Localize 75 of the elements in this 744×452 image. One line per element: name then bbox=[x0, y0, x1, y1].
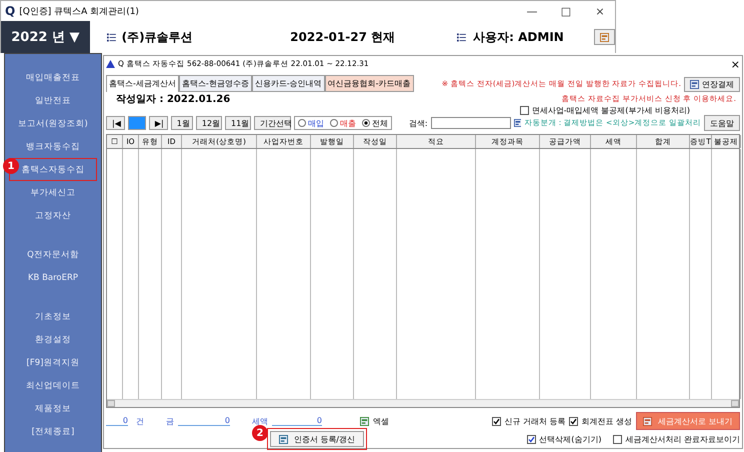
sidebar-item[interactable]: 부가세신고 bbox=[9, 181, 97, 204]
sidebar-item[interactable]: 최신업데이트 bbox=[9, 374, 97, 397]
checkbox[interactable] bbox=[527, 434, 536, 444]
app-logo: Q bbox=[5, 4, 16, 18]
sidebar-item[interactable]: 보고서(원장조회) bbox=[9, 112, 97, 135]
tab[interactable]: 여신금융협회-카드매출 bbox=[324, 75, 414, 92]
tab[interactable]: 홈택스-현금영수증 bbox=[178, 75, 252, 92]
radio-button[interactable] bbox=[298, 119, 306, 127]
sidebar-item[interactable]: 고정자산 bbox=[9, 204, 97, 227]
sidebar-item[interactable]: Q전자문서함 bbox=[9, 243, 97, 266]
total-label: 세액 bbox=[252, 416, 268, 426]
date-nav-button[interactable]: 12월 bbox=[196, 116, 222, 130]
sidebar-item[interactable]: [전체종료] bbox=[9, 420, 97, 443]
certificate-icon bbox=[278, 434, 288, 444]
profile-button[interactable] bbox=[594, 29, 616, 45]
certificate-button[interactable]: 인증서 등록/갱신 bbox=[270, 431, 364, 447]
extend-payment-button[interactable]: 연장결제 bbox=[684, 77, 740, 92]
search-field[interactable] bbox=[430, 117, 511, 129]
sidebar-item[interactable]: KB BaroERP bbox=[9, 266, 97, 289]
horizontal-scrollbar[interactable] bbox=[107, 399, 739, 407]
warning-icon bbox=[106, 60, 115, 68]
sidebar-item[interactable]: 환경설정 bbox=[9, 328, 97, 351]
total-value: 0 bbox=[178, 416, 230, 426]
window-control[interactable]: × bbox=[585, 4, 615, 18]
total-value: 0 bbox=[272, 416, 322, 426]
count-unit: 건 bbox=[136, 416, 144, 426]
radio-button[interactable] bbox=[330, 119, 338, 127]
sidebar-item[interactable]: 뱅크자동수집 bbox=[9, 135, 97, 158]
document-icon bbox=[690, 80, 699, 89]
excel-label[interactable]: 엑셀 bbox=[373, 416, 389, 426]
search-label: 검색: bbox=[408, 118, 428, 128]
checkbox-label: 회계전표 생성 bbox=[581, 416, 632, 426]
checkbox[interactable] bbox=[613, 434, 622, 444]
list-icon bbox=[457, 32, 466, 42]
date-nav-button[interactable] bbox=[128, 116, 146, 130]
checkbox[interactable] bbox=[569, 416, 578, 426]
close-button[interactable]: × bbox=[730, 58, 740, 70]
radio-button[interactable] bbox=[362, 119, 370, 127]
date-nav-button[interactable]: |◀ bbox=[106, 116, 125, 130]
sidebar-item[interactable]: 기초정보 bbox=[9, 305, 97, 328]
year-selector[interactable]: 2022 년 ▼ bbox=[1, 21, 90, 53]
help-button[interactable]: 도움말 bbox=[704, 115, 740, 131]
checkbox[interactable] bbox=[492, 416, 502, 426]
sidebar-item[interactable]: 일반전표 bbox=[9, 89, 97, 112]
radio-label: 전체 bbox=[372, 118, 388, 128]
date-nav-button[interactable]: ▶| bbox=[148, 116, 168, 130]
sidebar-item[interactable]: 제품정보 bbox=[9, 397, 97, 420]
total-label: 금 bbox=[166, 416, 174, 426]
window-control[interactable]: — bbox=[517, 4, 547, 18]
date-label: 작성일자 : 2022.01.26 bbox=[116, 92, 230, 106]
checkbox-label: 신규 거래처 등록 bbox=[504, 416, 566, 426]
step-badge: 2 bbox=[252, 425, 268, 441]
checkbox[interactable] bbox=[520, 106, 529, 114]
user-name: 사용자: ADMIN bbox=[473, 28, 564, 46]
tab[interactable]: 홈택스-세금계산서 bbox=[106, 75, 179, 92]
date-nav-button[interactable]: 11월 bbox=[225, 116, 252, 130]
list-icon bbox=[107, 32, 116, 42]
sidebar-item[interactable]: [F9]원격지원 bbox=[9, 351, 97, 374]
checkbox-label: 면세사업-매입세액 불공제(부가세 비용처리) bbox=[532, 104, 690, 116]
invoice-icon bbox=[643, 416, 652, 426]
date-nav-button[interactable]: 1월 bbox=[170, 116, 193, 130]
spreadsheet-icon bbox=[360, 416, 369, 426]
checkbox-label: 선택삭제(숨기기) bbox=[539, 434, 602, 444]
radio-label: 매입 bbox=[308, 118, 324, 128]
total-value: 0 bbox=[106, 416, 128, 426]
window-title: [Q인증] 큐텍스A 회계관리(1) bbox=[19, 6, 139, 18]
company-name: (주)큐솔루션 bbox=[122, 28, 193, 46]
radio-label: 매출 bbox=[340, 118, 356, 128]
checkbox-label: 세금계산서처리 완료자료보이기 bbox=[625, 434, 740, 444]
sidebar-item[interactable]: 매입매출전표 bbox=[9, 66, 97, 89]
window-control[interactable]: □ bbox=[551, 4, 581, 18]
date-nav-button[interactable]: 기간선택 bbox=[254, 116, 292, 130]
tab[interactable]: 신용카드-승인내역 bbox=[252, 75, 325, 92]
step-badge: 1 bbox=[3, 158, 19, 174]
current-date: 2022-01-27 현재 bbox=[290, 28, 396, 46]
